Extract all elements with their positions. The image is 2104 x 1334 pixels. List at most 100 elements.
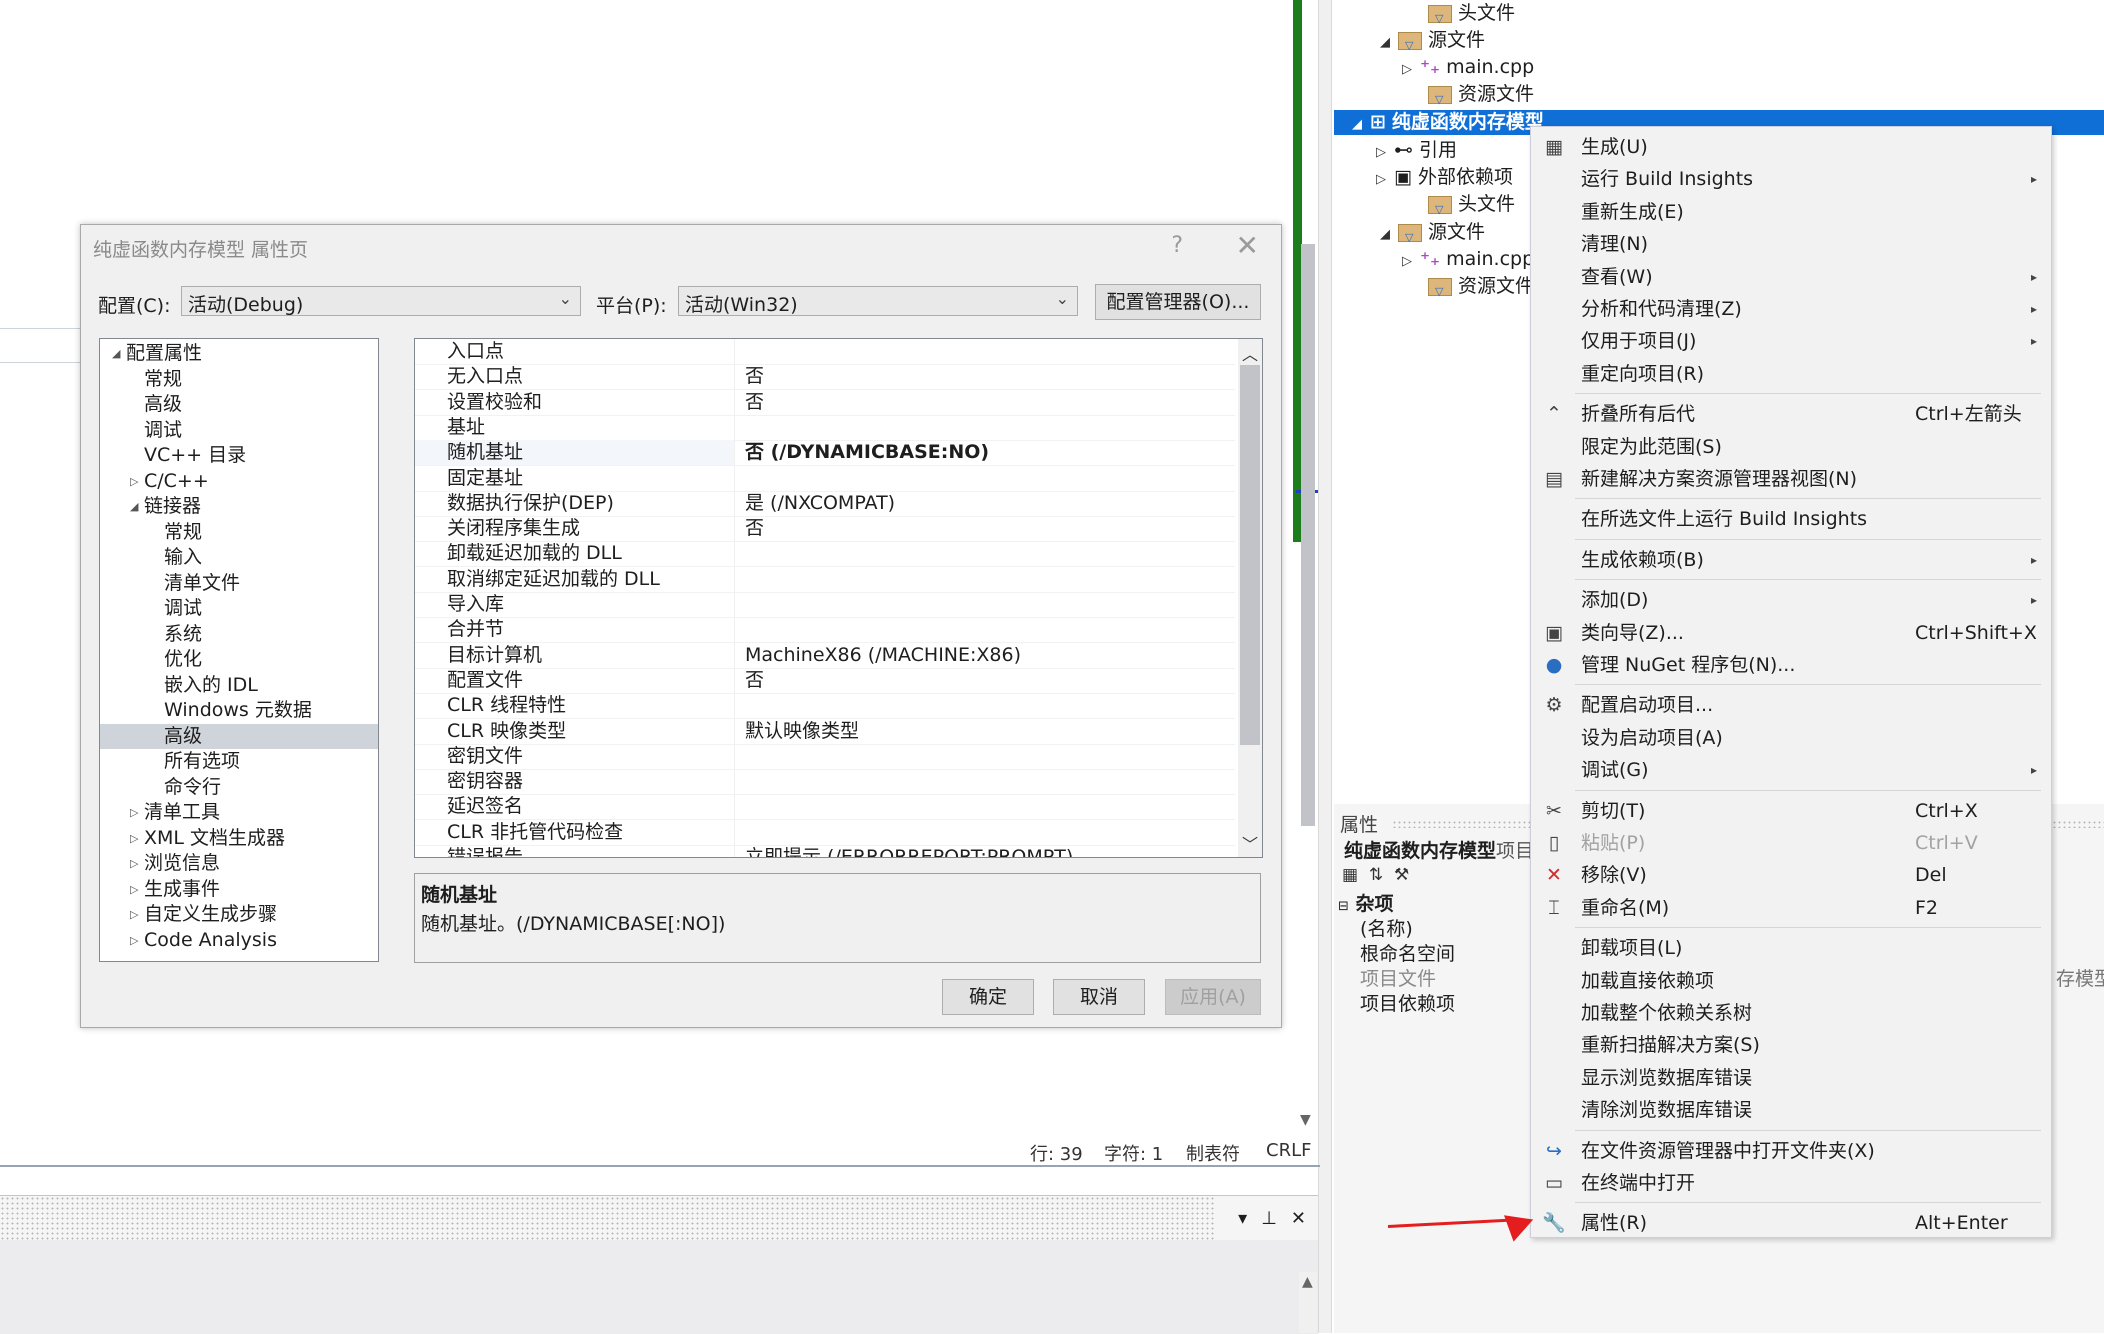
solution-item[interactable]: ▷ ⁺₊ main.cpp [1402, 246, 1534, 272]
solution-item[interactable]: ◢ ⊞ 纯虚函数内存模型 [1352, 109, 1544, 135]
solution-item[interactable]: ◢ 源文件 [1380, 27, 1485, 59]
property-value[interactable]: 否 [745, 364, 764, 389]
property-value[interactable]: 否 (/DYNAMICBASE:NO) [745, 440, 989, 465]
grid-scrollbar[interactable]: ︿ ﹀ [1238, 339, 1262, 857]
alphabetical-icon[interactable]: ⇅ [1369, 865, 1383, 885]
expand-toggle-icon[interactable]: ▷ [1376, 167, 1394, 193]
solution-item[interactable]: 头文件 [1410, 0, 1515, 32]
tree-item[interactable]: 调试 [100, 418, 378, 443]
property-tree[interactable]: ◢ 配置属性 常规 高级 调试 VC++ 目录 ▷ C/C++ ◢ 链接器 常规 输入 清单文件 调试 系统… [99, 338, 379, 962]
tree-item[interactable]: 高级 [100, 723, 378, 749]
property-row[interactable]: 延迟签名 [415, 794, 1235, 821]
property-value[interactable]: 默认映像类型 [745, 719, 859, 744]
property-row[interactable]: 设置校验和否 [415, 389, 1235, 416]
menu-item[interactable]: 显示浏览数据库错误 [1531, 1062, 2051, 1094]
menu-item[interactable]: 仅用于项目(J) ▸ [1531, 325, 2051, 357]
menu-item[interactable]: ● 管理 NuGet 程序包(N)... [1531, 649, 2051, 681]
pane-splitter[interactable] [1318, 0, 1332, 1333]
tree-item[interactable]: 调试 [100, 596, 378, 621]
property-row[interactable]: 数据执行保护(DEP) 是 (/NXCOMPAT) [415, 490, 1235, 517]
solution-item[interactable]: 资源文件 [1410, 273, 1534, 305]
tree-item[interactable]: ◢ 链接器 [100, 494, 378, 519]
solution-item[interactable]: ◢ 源文件 [1380, 219, 1485, 251]
property-row[interactable]: 密钥容器 [415, 769, 1235, 796]
menu-item[interactable]: 🔧 属性(R) Alt+Enter [1531, 1207, 2051, 1239]
menu-item[interactable]: ⌶ 重命名(M) F2 [1531, 892, 2051, 924]
tree-item[interactable]: Windows 元数据 [100, 698, 378, 723]
scroll-down-arrow[interactable]: ﹀ [1242, 831, 1258, 855]
menu-item[interactable]: 运行 Build Insights ▸ [1531, 163, 2051, 195]
menu-item[interactable]: 分析和代码清理(Z) ▸ [1531, 293, 2051, 325]
bottom-panel-scrollbar[interactable]: ▲ [1299, 1272, 1317, 1333]
solution-item[interactable]: 资源文件 [1410, 81, 1534, 113]
scroll-up-arrow[interactable]: ▲ [1302, 1274, 1313, 1290]
property-grid[interactable]: ︿ ﹀ 入口点 无入口点否设置校验和否基址 随机基址否 (/DYNAMICBASE:… [414, 338, 1263, 858]
solution-item[interactable]: ▷ ⊷ 引用 [1376, 137, 1457, 163]
expand-toggle-icon[interactable]: ▷ [130, 826, 144, 851]
pin-icon[interactable]: ⊥ [1261, 1208, 1277, 1229]
tree-item[interactable]: 输入 [100, 545, 378, 570]
scroll-up-arrow[interactable]: ︿ [1242, 341, 1258, 365]
solution-item[interactable]: ▷ ▣ 外部依赖项 [1376, 164, 1513, 190]
property-row[interactable]: CLR 线程特性 [415, 693, 1235, 720]
property-row[interactable]: 导入库 [415, 592, 1235, 618]
tree-item[interactable]: 常规 [100, 367, 378, 392]
tree-item[interactable]: 系统 [100, 622, 378, 647]
tree-item[interactable]: ▷ 生成事件 [100, 877, 378, 902]
solution-item[interactable]: ▷ ⁺₊ main.cpp [1402, 54, 1534, 80]
property-row[interactable]: 合并节 [415, 617, 1235, 644]
grid-scroll-thumb[interactable] [1240, 365, 1260, 745]
expand-toggle-icon[interactable]: ◢ [112, 341, 126, 366]
expand-toggle-icon[interactable]: ▷ [1402, 249, 1420, 275]
tree-item[interactable]: 常规 [100, 520, 378, 545]
expand-toggle-icon[interactable]: ▷ [1376, 140, 1394, 166]
tree-item[interactable]: 优化 [100, 647, 378, 672]
properties-group[interactable]: ⊟ 杂项 [1338, 892, 1394, 917]
expand-toggle-icon[interactable]: ▷ [130, 902, 144, 927]
property-project-file[interactable]: 项目文件 [1360, 967, 1436, 992]
property-row[interactable]: CLR 映像类型 默认映像类型 [415, 718, 1235, 745]
expand-toggle-icon[interactable]: ▷ [1402, 57, 1420, 83]
property-row[interactable]: 关闭程序集生成否 [415, 516, 1235, 543]
menu-item[interactable]: 加载直接依赖项 [1531, 965, 2051, 997]
property-root-namespace[interactable]: 根命名空间 [1360, 942, 1455, 967]
menu-item[interactable]: ⌃ 折叠所有后代 Ctrl+左箭头 [1531, 398, 2051, 430]
menu-item[interactable]: ⚙ 配置启动项目... [1531, 689, 2051, 721]
tree-item[interactable]: 高级 [100, 392, 378, 417]
config-combo[interactable]: 活动(Debug) ⌄ [181, 286, 581, 316]
menu-item[interactable]: 重定向项目(R) [1531, 358, 2051, 390]
property-value[interactable]: 否 [745, 390, 764, 415]
menu-item[interactable]: ▤ 新建解决方案资源管理器视图(N) [1531, 463, 2051, 495]
tree-item[interactable]: 所有选项 [100, 749, 378, 774]
tree-item[interactable]: ▷ 自定义生成步骤 [100, 902, 378, 927]
tree-item[interactable]: ▷ 清单工具 [100, 800, 378, 825]
property-name[interactable]: (名称) [1360, 917, 1413, 942]
property-value[interactable]: MachineX86 (/MACHINE:X86) [745, 643, 1021, 668]
menu-item[interactable]: ✕ 移除(V) Del [1531, 859, 2051, 891]
menu-item[interactable]: 重新生成(E) [1531, 196, 2051, 228]
menu-item[interactable]: 生成依赖项(B) ▸ [1531, 544, 2051, 576]
tree-item[interactable]: ◢ 配置属性 [100, 341, 378, 366]
categorized-icon[interactable]: ▦ [1342, 865, 1358, 885]
editor-scrollbar-thumb[interactable] [1301, 244, 1315, 826]
tree-item[interactable]: ▷ Code Analysis [100, 928, 378, 953]
property-row[interactable]: CLR 非托管代码检查 [415, 819, 1235, 846]
tree-item[interactable]: ▷ 浏览信息 [100, 851, 378, 876]
property-value[interactable]: 立即提示 (/ERRORREPORT:PROMPT) [745, 845, 1073, 857]
property-value[interactable]: 是 (/NXCOMPAT) [745, 491, 895, 516]
expand-toggle-icon[interactable]: ◢ [1380, 30, 1398, 56]
menu-item[interactable]: 卸载项目(L) [1531, 932, 2051, 964]
expand-toggle-icon[interactable]: ▷ [130, 469, 144, 494]
menu-item[interactable]: 在所选文件上运行 Build Insights [1531, 503, 2051, 535]
wrench-icon[interactable]: ⚒ [1394, 865, 1409, 885]
expand-toggle-icon[interactable]: ▷ [130, 928, 144, 953]
property-row[interactable]: 错误报告 立即提示 (/ERRORREPORT:PROMPT) [415, 845, 1235, 857]
close-button[interactable]: ✕ [1236, 229, 1259, 262]
property-dependencies[interactable]: 项目依赖项 [1360, 992, 1455, 1017]
tabs-indicator[interactable]: 制表符 [1186, 1140, 1240, 1166]
expand-toggle-icon[interactable]: ▷ [130, 877, 144, 902]
menu-item[interactable]: ✂ 剪切(T) Ctrl+X [1531, 795, 2051, 827]
expand-toggle-icon[interactable]: ▷ [130, 800, 144, 825]
dropdown-icon[interactable]: ▾ [1238, 1208, 1247, 1229]
property-row[interactable]: 基址 [415, 414, 1235, 441]
